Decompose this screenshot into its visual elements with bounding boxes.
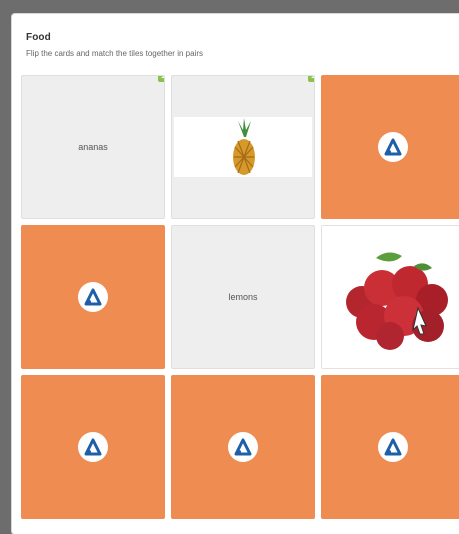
card-ananas-text[interactable]: ananas 1 <box>21 75 165 219</box>
card-facedown[interactable] <box>321 375 459 519</box>
memory-card-grid: ananas 1 1 lemons <box>21 75 459 519</box>
match-badge: 1 <box>308 76 314 82</box>
brand-icon <box>384 138 402 156</box>
card-apples-image[interactable] <box>321 225 459 369</box>
match-badge: 1 <box>158 76 164 82</box>
card-lemons-text[interactable]: lemons <box>171 225 315 369</box>
game-title: Food <box>26 32 51 43</box>
brand-logo-icon <box>78 432 108 462</box>
brand-logo-icon <box>78 282 108 312</box>
brand-logo-icon <box>228 432 258 462</box>
card-facedown[interactable] <box>21 375 165 519</box>
game-instructions: Flip the cards and match the tiles toget… <box>26 49 203 58</box>
card-facedown[interactable] <box>21 225 165 369</box>
brand-logo-icon <box>378 432 408 462</box>
card-label: ananas <box>78 142 108 152</box>
card-label: lemons <box>228 292 258 302</box>
brand-logo-icon <box>378 132 408 162</box>
pineapple-icon <box>233 118 255 175</box>
brand-icon <box>84 438 102 456</box>
brand-icon <box>84 288 102 306</box>
brand-icon <box>384 438 402 456</box>
memory-game-panel: Food Flip the cards and match the tiles … <box>12 14 459 534</box>
brand-icon <box>234 438 252 456</box>
pineapple-image <box>174 117 312 177</box>
card-pineapple-image[interactable]: 1 <box>171 75 315 219</box>
apples-icon <box>346 252 448 350</box>
game-header: Food Flip the cards and match the tiles … <box>26 32 442 58</box>
card-facedown[interactable] <box>321 75 459 219</box>
card-facedown[interactable] <box>171 375 315 519</box>
